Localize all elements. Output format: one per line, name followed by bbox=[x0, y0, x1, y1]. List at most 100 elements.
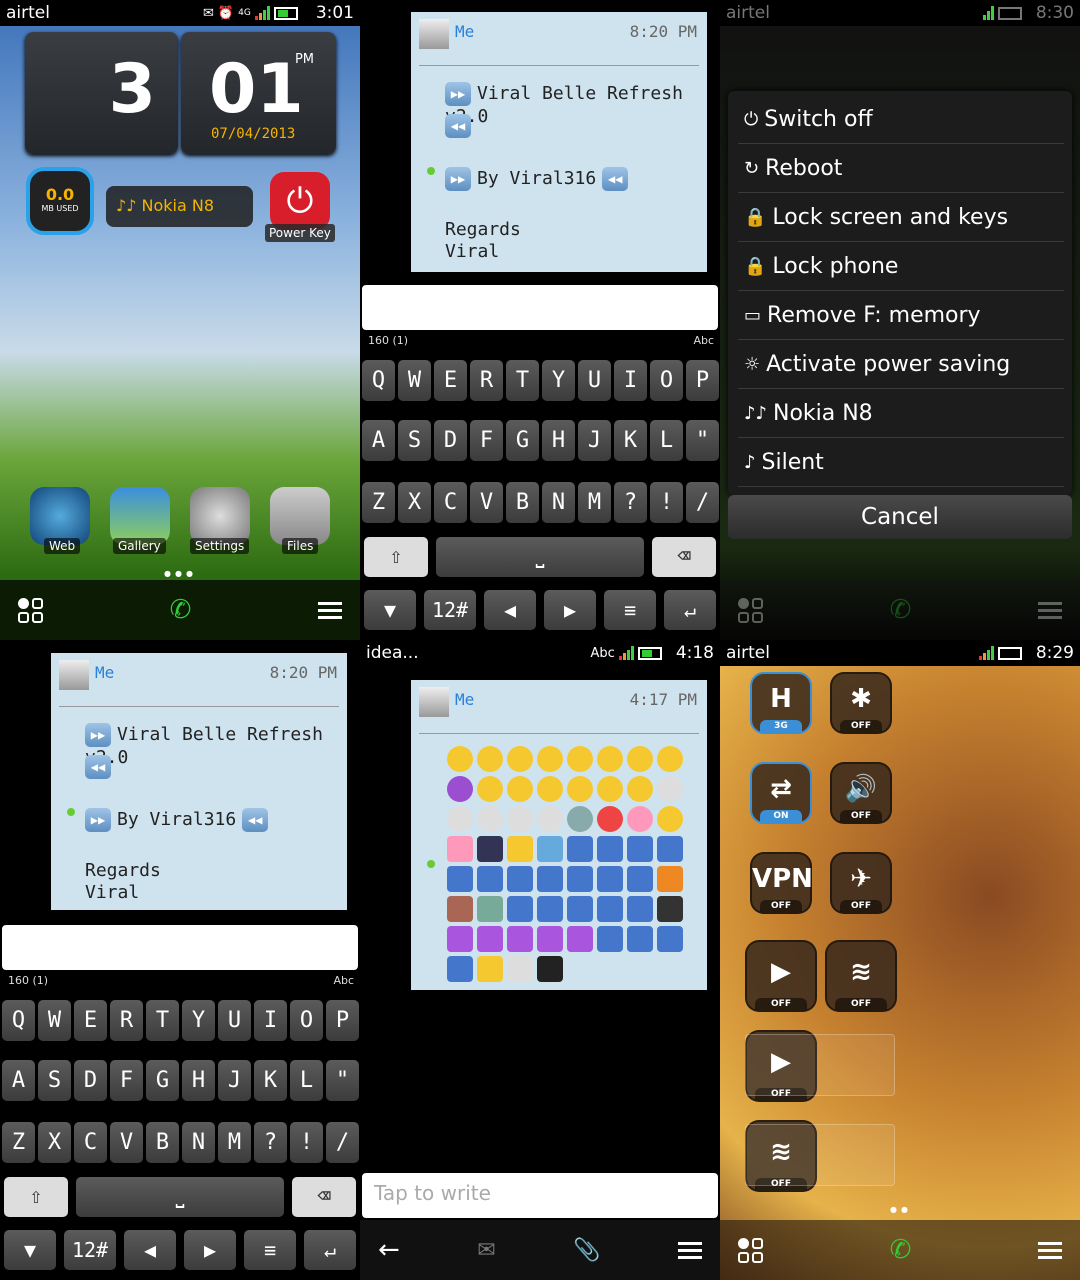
key-e[interactable]: E bbox=[74, 1000, 107, 1041]
attach-icon[interactable]: 📎 bbox=[573, 1238, 600, 1263]
toggle-button[interactable]: ≋ OFF bbox=[825, 940, 897, 1012]
key-i[interactable]: I bbox=[254, 1000, 287, 1041]
key-"[interactable]: " bbox=[326, 1060, 359, 1101]
phone-icon[interactable]: ✆ bbox=[890, 1235, 912, 1265]
key-l[interactable]: L bbox=[290, 1060, 323, 1101]
key-b[interactable]: B bbox=[506, 482, 539, 523]
message-input[interactable] bbox=[362, 285, 718, 330]
toolbar-key[interactable]: ◀ bbox=[124, 1230, 176, 1270]
key-r[interactable]: R bbox=[110, 1000, 143, 1041]
emoji[interactable] bbox=[507, 836, 533, 862]
emoji[interactable] bbox=[627, 896, 653, 922]
emoji[interactable] bbox=[597, 866, 623, 892]
menu-item[interactable]: ♪♪ Nokia N8 bbox=[738, 389, 1064, 438]
key-b[interactable]: B bbox=[146, 1122, 179, 1163]
key-![interactable]: ! bbox=[650, 482, 683, 523]
key-d[interactable]: D bbox=[434, 420, 467, 461]
message-bubble[interactable]: Me8:20 PM▶▶Viral Belle Refresh v2.0◀◀▶▶B… bbox=[411, 12, 707, 272]
emoji[interactable] bbox=[477, 836, 503, 862]
key-g[interactable]: G bbox=[146, 1060, 179, 1101]
key-e[interactable]: E bbox=[434, 360, 467, 401]
key-o[interactable]: O bbox=[290, 1000, 323, 1041]
emoji[interactable] bbox=[507, 866, 533, 892]
key-q[interactable]: Q bbox=[362, 360, 395, 401]
emoji[interactable] bbox=[597, 836, 623, 862]
emoji[interactable] bbox=[537, 896, 563, 922]
emoji[interactable] bbox=[507, 806, 533, 832]
phone-icon[interactable]: ✆ bbox=[170, 595, 192, 625]
toggle-button[interactable]: VPN OFF bbox=[750, 852, 813, 914]
key-/[interactable]: / bbox=[686, 482, 719, 523]
key-n[interactable]: N bbox=[542, 482, 575, 523]
key-h[interactable]: H bbox=[542, 420, 575, 461]
toolbar-key[interactable]: ▼ bbox=[364, 590, 416, 630]
key-d[interactable]: D bbox=[74, 1060, 107, 1101]
emoji[interactable] bbox=[477, 896, 503, 922]
emoji[interactable] bbox=[507, 746, 533, 772]
key-z[interactable]: Z bbox=[362, 482, 395, 523]
key-l[interactable]: L bbox=[650, 420, 683, 461]
key-y[interactable]: Y bbox=[182, 1000, 215, 1041]
emoji[interactable] bbox=[597, 896, 623, 922]
emoji[interactable] bbox=[627, 746, 653, 772]
emoji[interactable] bbox=[567, 866, 593, 892]
emoji[interactable] bbox=[537, 926, 563, 952]
toolbar-key[interactable]: 12# bbox=[64, 1230, 116, 1270]
key-s[interactable]: S bbox=[38, 1060, 71, 1101]
emoji[interactable] bbox=[507, 776, 533, 802]
key-q[interactable]: Q bbox=[2, 1000, 35, 1041]
key-r[interactable]: R bbox=[470, 360, 503, 401]
key-y[interactable]: Y bbox=[542, 360, 575, 401]
emoji[interactable] bbox=[597, 746, 623, 772]
emoji[interactable] bbox=[657, 896, 683, 922]
clock-hour-card[interactable]: 3 bbox=[25, 32, 178, 154]
key-c[interactable]: C bbox=[74, 1122, 107, 1163]
emoji[interactable] bbox=[477, 806, 503, 832]
key-f[interactable]: F bbox=[470, 420, 503, 461]
emoji[interactable] bbox=[447, 746, 473, 772]
key-k[interactable]: K bbox=[254, 1060, 287, 1101]
toolbar-key[interactable]: ↵ bbox=[664, 590, 716, 630]
emoji[interactable] bbox=[537, 866, 563, 892]
space-key[interactable]: ⎵ bbox=[76, 1177, 284, 1217]
folder-icon[interactable] bbox=[270, 487, 330, 545]
toolbar-key[interactable]: ▼ bbox=[4, 1230, 56, 1270]
menu-item[interactable]: ♪ Silent bbox=[738, 438, 1064, 487]
data-usage-widget[interactable]: 0.0 MB USED bbox=[26, 167, 94, 235]
backspace-key[interactable]: ⌫ bbox=[292, 1177, 356, 1217]
emoji[interactable] bbox=[447, 866, 473, 892]
emoji[interactable] bbox=[507, 896, 533, 922]
toolbar-key[interactable]: ◀ bbox=[484, 590, 536, 630]
emoji[interactable] bbox=[447, 836, 473, 862]
toolbar-key[interactable]: ▶ bbox=[184, 1230, 236, 1270]
key-m[interactable]: M bbox=[578, 482, 611, 523]
power-key-button[interactable]: ⏻ bbox=[270, 172, 330, 230]
emoji[interactable] bbox=[447, 926, 473, 952]
message-bubble[interactable]: Me8:20 PM▶▶Viral Belle Refresh v2.0◀◀▶▶B… bbox=[51, 653, 347, 910]
key-x[interactable]: X bbox=[38, 1122, 71, 1163]
emoji[interactable] bbox=[597, 806, 623, 832]
key-n[interactable]: N bbox=[182, 1122, 215, 1163]
apps-menu-icon[interactable] bbox=[18, 597, 43, 623]
toggle-button[interactable]: 🔊 OFF bbox=[830, 762, 892, 824]
emoji[interactable] bbox=[447, 896, 473, 922]
key-j[interactable]: J bbox=[578, 420, 611, 461]
profile-widget[interactable]: ♪♪ Nokia N8 bbox=[106, 186, 253, 227]
send-icon[interactable]: ✉ bbox=[477, 1238, 495, 1263]
key-o[interactable]: O bbox=[650, 360, 683, 401]
emoji[interactable] bbox=[567, 806, 593, 832]
clock-minute-card[interactable]: 01 PM 07/04/2013 bbox=[181, 32, 336, 154]
emoji[interactable] bbox=[567, 896, 593, 922]
backspace-key[interactable]: ⌫ bbox=[652, 537, 716, 577]
message-input[interactable]: Tap to write bbox=[362, 1173, 718, 1218]
emoji[interactable] bbox=[597, 776, 623, 802]
menu-item[interactable]: ☼ Activate power saving bbox=[738, 340, 1064, 389]
emoji[interactable] bbox=[657, 836, 683, 862]
emoji[interactable] bbox=[477, 866, 503, 892]
menu-item[interactable]: ⏻ Switch off bbox=[738, 95, 1064, 144]
apps-menu-icon[interactable] bbox=[738, 1237, 763, 1263]
message-input[interactable] bbox=[2, 925, 358, 970]
key-?[interactable]: ? bbox=[614, 482, 647, 523]
menu-item[interactable]: ↻ Reboot bbox=[738, 144, 1064, 193]
emoji[interactable] bbox=[657, 806, 683, 832]
